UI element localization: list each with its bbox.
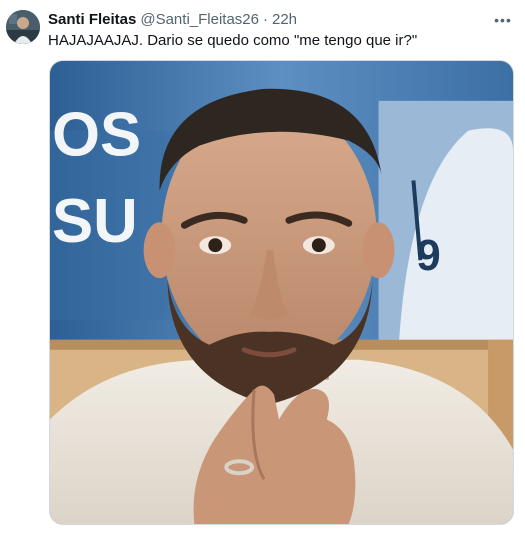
jersey-number: 9 — [416, 231, 440, 280]
poster-text-line1: OS — [52, 101, 141, 170]
more-options-icon[interactable]: ••• — [493, 10, 513, 30]
separator-dot: · — [262, 11, 268, 28]
avatar[interactable] — [6, 10, 40, 44]
tweet-header: Santi Fleitas @Santi_Fleitas26 · 22h — [48, 10, 485, 30]
timestamp[interactable]: 22h — [272, 10, 297, 30]
tweet-media-image[interactable]: OS SU 9 — [49, 60, 514, 525]
tweet-text: HAJAJAAJAJ. Dario se quedo como "me teng… — [48, 32, 418, 49]
tweet-card[interactable]: Santi Fleitas @Santi_Fleitas26 · 22h •••… — [0, 0, 525, 533]
user-handle[interactable]: @Santi_Fleitas26 — [140, 10, 259, 30]
display-name[interactable]: Santi Fleitas — [48, 10, 136, 30]
poster-text-line2: SU — [52, 187, 138, 256]
